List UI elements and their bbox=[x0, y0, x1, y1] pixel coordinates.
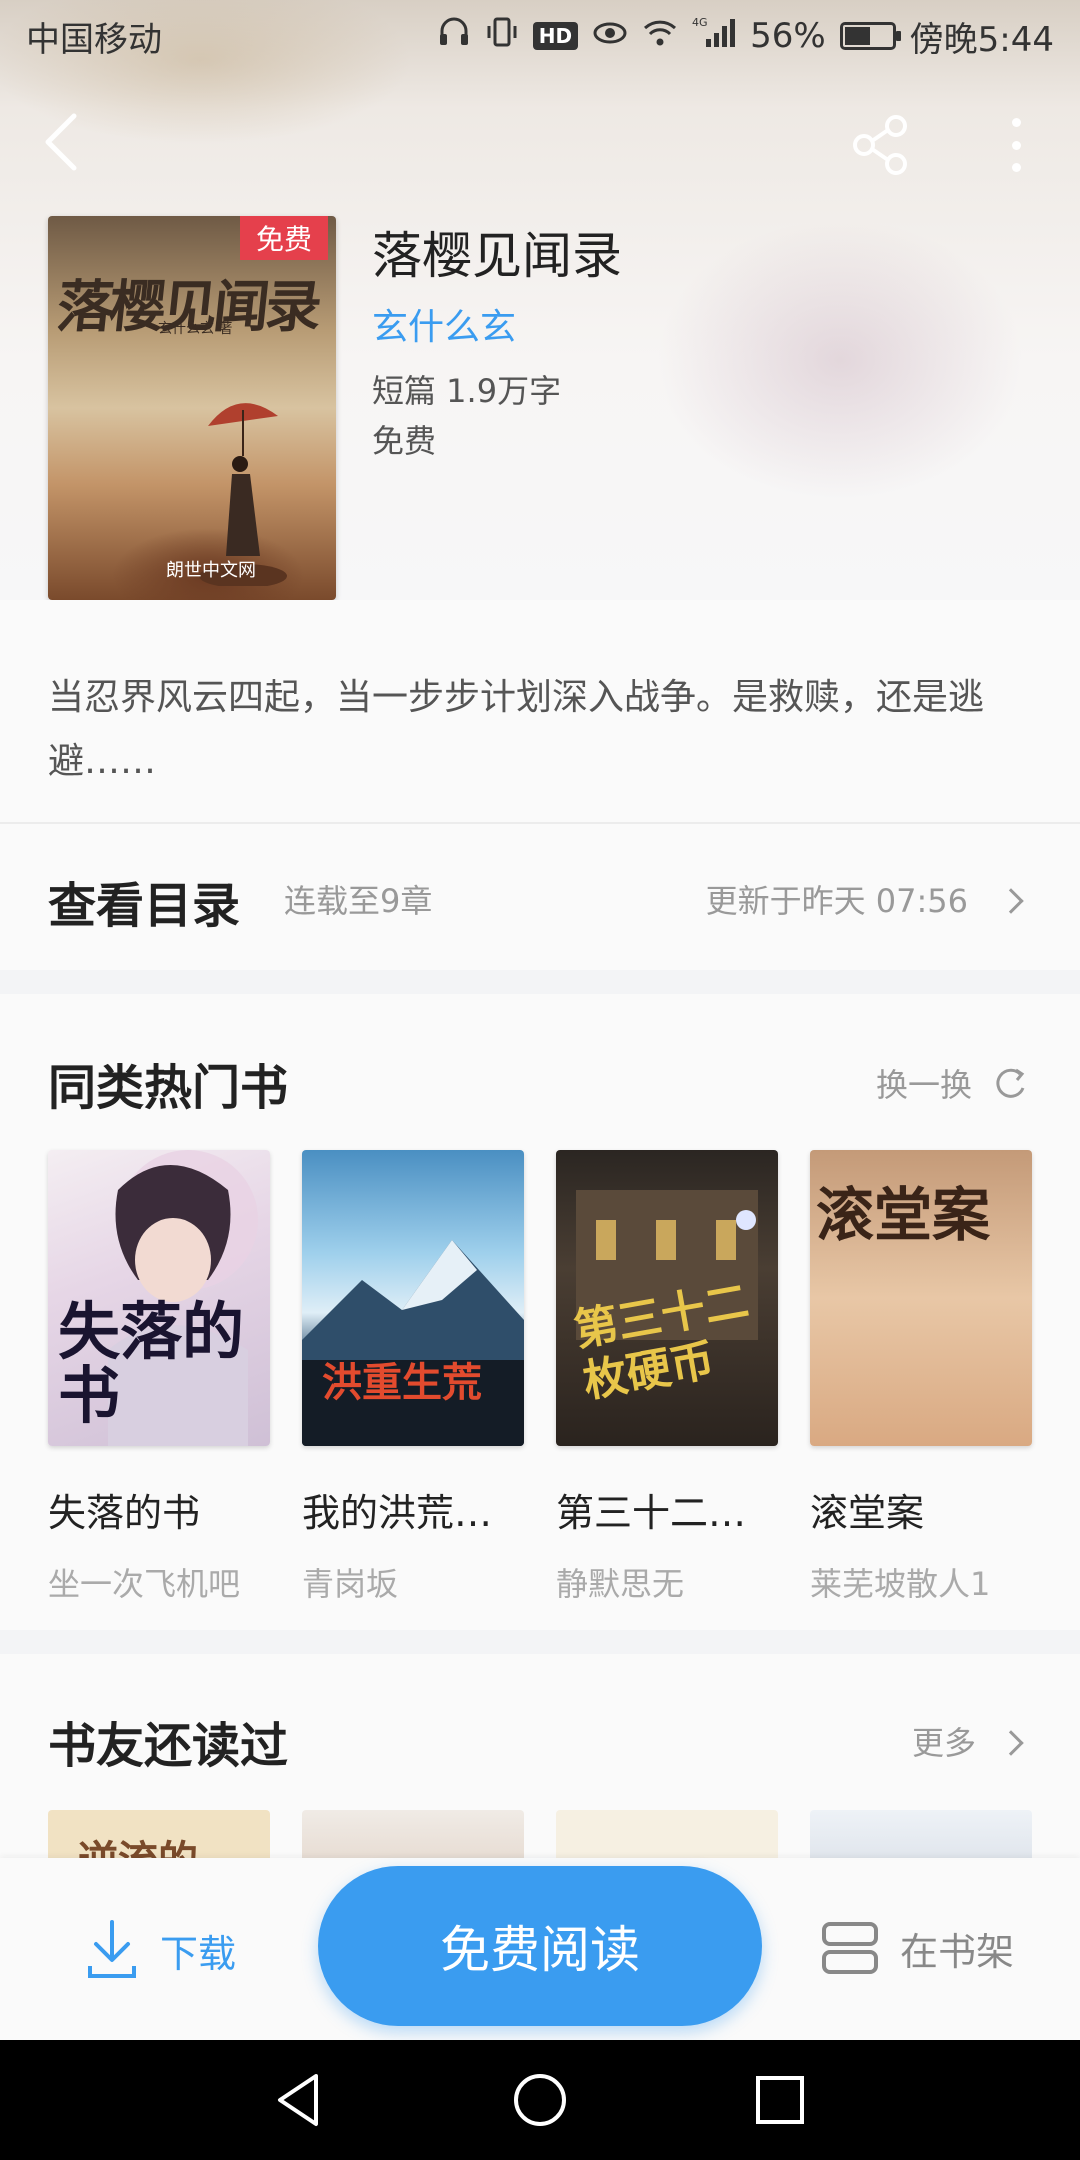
book-price: 免费 bbox=[372, 422, 437, 460]
more-link[interactable]: 更多 bbox=[912, 1718, 976, 1764]
status-bar: 中国移动 HD 4G 56% 傍晚5:44 bbox=[0, 0, 1080, 72]
system-nav-bar bbox=[0, 2040, 1080, 2160]
similar-books-section: 同类热门书 换一换 失落的书 失落的书 坐一次飞机吧 洪重生荒 我的洪荒… 青岗… bbox=[0, 994, 1080, 1630]
cover-publisher: 朗世中文网 bbox=[166, 560, 256, 581]
nav-home-icon[interactable] bbox=[510, 2070, 570, 2130]
download-button[interactable]: 下载 bbox=[84, 1918, 236, 1982]
chevron-right-icon bbox=[998, 1730, 1024, 1756]
more-dot-icon bbox=[1011, 140, 1021, 150]
battery-icon bbox=[839, 22, 901, 50]
refresh-label: 换一换 bbox=[876, 1066, 973, 1104]
download-label: 下载 bbox=[160, 1931, 237, 1976]
book-title: 落樱见闻录 bbox=[372, 227, 622, 285]
back-button[interactable] bbox=[36, 110, 92, 174]
bookshelf-button[interactable]: 在书架 bbox=[820, 1918, 1014, 1978]
book-name: 失落的书 bbox=[48, 1491, 201, 1535]
similar-book-card[interactable]: 第三十二枚硬币 第三十二… 静默思无 bbox=[556, 1150, 778, 1605]
read-free-button[interactable]: 免费阅读 bbox=[318, 1866, 762, 2026]
book-cover[interactable]: 落樱见闻录 玄什么玄 著 朗世中文网 bbox=[48, 216, 336, 600]
book-description[interactable]: 当忍界风云四起，当一步步计划深入战争。是救赎，还是逃避…… bbox=[48, 666, 1038, 794]
book-cover: 第三十二枚硬币 bbox=[556, 1150, 778, 1446]
book-author-link[interactable]: 玄什么玄 bbox=[372, 298, 516, 350]
svg-text:4G: 4G bbox=[692, 16, 708, 29]
share-button[interactable] bbox=[848, 112, 914, 178]
bookshelf-label: 在书架 bbox=[900, 1929, 1015, 1974]
chevron-left-icon bbox=[45, 113, 77, 171]
refresh-icon bbox=[996, 1068, 1025, 1098]
cover-title: 洪重生荒 bbox=[322, 1359, 482, 1406]
book-cover: 滚堂案 bbox=[810, 1150, 1032, 1446]
more-label: 更多 bbox=[912, 1724, 977, 1762]
book-author: 静默思无 bbox=[556, 1565, 685, 1603]
carrier-label: 中国移动 bbox=[26, 19, 162, 60]
catalog-status: 连载至9章 bbox=[284, 882, 433, 920]
chevron-right-icon bbox=[998, 888, 1024, 914]
similar-section-title: 同类热门书 bbox=[48, 1060, 289, 1116]
battery-percent: 56% bbox=[750, 16, 826, 56]
more-dot-icon bbox=[1011, 118, 1021, 127]
book-name: 滚堂案 bbox=[810, 1491, 925, 1535]
headphones-icon bbox=[437, 15, 471, 57]
clock: 傍晚5:44 bbox=[909, 19, 1054, 60]
book-author: 坐一次飞机吧 bbox=[48, 1565, 241, 1603]
similar-book-card[interactable]: 滚堂案 滚堂案 莱芜坡散人1 bbox=[810, 1150, 1032, 1605]
catalog-row[interactable]: 查看目录 连载至9章 更新于昨天 07:56 bbox=[0, 824, 1080, 970]
book-name: 第三十二… bbox=[556, 1491, 747, 1535]
signal-icon: 4G bbox=[692, 15, 736, 57]
hd-icon: HD bbox=[532, 22, 579, 50]
book-author: 莱芜坡散人1 bbox=[810, 1565, 991, 1603]
free-badge: 免费 bbox=[240, 216, 328, 260]
book-name: 我的洪荒… bbox=[302, 1491, 493, 1535]
nav-back-icon[interactable] bbox=[270, 2070, 330, 2130]
bookshelf-icon bbox=[822, 1922, 878, 1974]
vibrate-icon bbox=[485, 15, 519, 57]
cover-title: 滚堂案 bbox=[816, 1181, 991, 1249]
battery-level bbox=[844, 27, 871, 45]
book-cover: 失落的书 bbox=[48, 1150, 270, 1446]
similar-book-card[interactable]: 失落的书 失落的书 坐一次飞机吧 bbox=[48, 1150, 270, 1605]
more-options-button[interactable] bbox=[996, 112, 1036, 178]
refresh-button[interactable]: 换一换 bbox=[876, 1060, 1030, 1106]
nav-recents-icon[interactable] bbox=[750, 2070, 810, 2130]
book-author: 青岗坂 bbox=[302, 1565, 399, 1603]
book-cover: 洪重生荒 bbox=[302, 1150, 524, 1446]
bottom-action-bar: 下载 免费阅读 在书架 bbox=[0, 1858, 1080, 2040]
also-read-section: 书友还读过 更多 逆流的 bbox=[0, 1654, 1080, 1866]
also-read-title: 书友还读过 bbox=[48, 1718, 289, 1774]
wifi-icon bbox=[642, 17, 678, 55]
share-icon bbox=[853, 115, 907, 175]
more-dot-icon bbox=[1011, 163, 1021, 172]
catalog-updated: 更新于昨天 07:56 bbox=[705, 882, 968, 920]
book-meta: 短篇 1.9万字 bbox=[372, 372, 562, 410]
eye-icon bbox=[592, 17, 628, 55]
download-icon bbox=[88, 1920, 136, 1978]
cover-title: 失落的书 bbox=[58, 1295, 245, 1432]
similar-book-card[interactable]: 洪重生荒 我的洪荒… 青岗坂 bbox=[302, 1150, 524, 1605]
cover-author: 玄什么玄 著 bbox=[158, 321, 233, 337]
catalog-title: 查看目录 bbox=[48, 878, 241, 934]
